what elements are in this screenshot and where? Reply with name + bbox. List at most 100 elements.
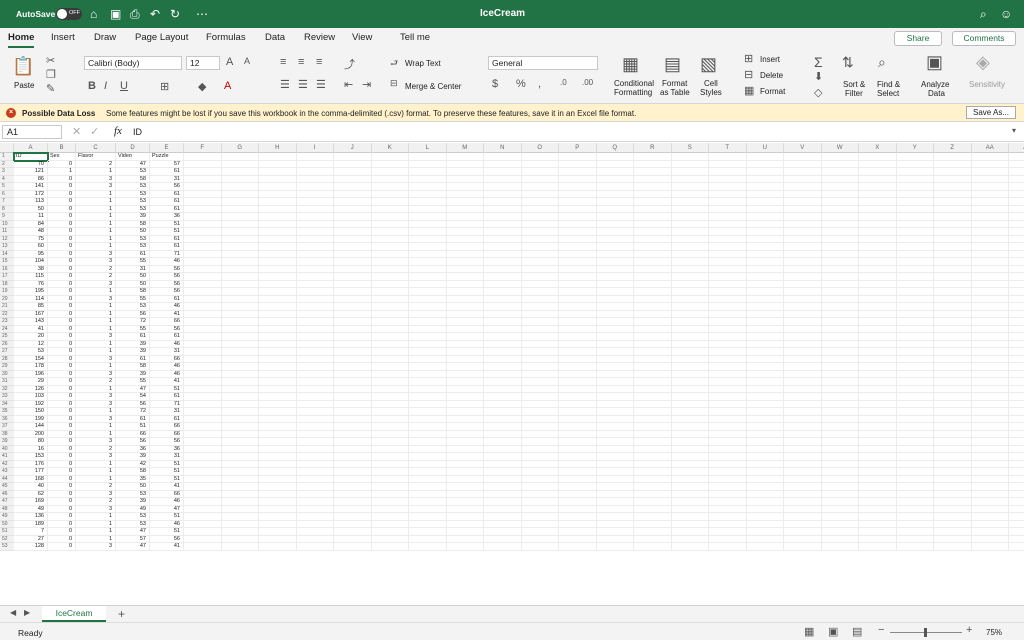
insert-cells-button[interactable]: Insert [760,55,780,64]
cell[interactable]: 2 [76,498,116,506]
cell[interactable] [296,475,334,483]
cell[interactable] [859,535,897,543]
cell[interactable] [484,513,522,521]
cell[interactable] [896,363,934,371]
cell[interactable] [446,333,484,341]
cell[interactable] [371,220,409,228]
cell[interactable] [1009,333,1024,341]
cell[interactable] [484,498,522,506]
cell[interactable]: 0 [48,528,76,536]
cell[interactable] [709,175,747,183]
find-select-icon[interactable]: ⌕ [878,54,886,71]
cell[interactable] [559,543,597,551]
cell[interactable] [1009,408,1024,416]
cell[interactable] [634,378,672,386]
cell[interactable] [896,453,934,461]
cell[interactable] [371,370,409,378]
cell[interactable] [1009,176,1024,183]
cell[interactable] [709,370,747,378]
cell[interactable] [859,183,897,191]
cell[interactable]: 51 [116,423,150,431]
format-as-table-icon[interactable]: ▤ [664,54,681,75]
tab-draw[interactable]: Draw [94,32,116,43]
row-header[interactable]: 22 [0,310,14,318]
cell[interactable] [596,340,634,348]
cell[interactable] [596,220,634,228]
italic-icon[interactable]: I [104,80,107,92]
cell[interactable] [521,168,559,176]
cell[interactable] [709,220,747,228]
cell[interactable] [296,220,334,228]
cell[interactable] [821,348,859,356]
expand-formula-icon[interactable]: ▾ [1012,126,1016,135]
cell[interactable] [671,460,709,468]
cell[interactable]: 61 [116,333,150,341]
cell[interactable]: 58 [116,468,150,476]
cell[interactable] [859,513,897,521]
cell[interactable] [334,520,372,528]
cell[interactable] [484,520,522,528]
cell[interactable] [296,250,334,258]
row-header[interactable]: 1 [0,153,14,161]
cell[interactable] [859,445,897,453]
cell[interactable] [521,363,559,371]
cell[interactable] [671,505,709,513]
cell[interactable] [859,168,897,176]
cell[interactable] [859,520,897,528]
column-header-e[interactable]: E [150,143,184,153]
cell[interactable] [971,445,1009,453]
tab-page-layout[interactable]: Page Layout [135,32,188,43]
cell[interactable] [296,303,334,311]
cell[interactable] [184,370,222,378]
cell[interactable] [259,325,297,333]
align-center-icon[interactable]: ☰ [298,78,308,91]
cell[interactable] [521,520,559,528]
cell[interactable] [484,385,522,393]
cell[interactable] [934,265,972,273]
cell[interactable] [709,213,747,221]
cell[interactable] [709,438,747,446]
cell[interactable] [896,325,934,333]
more-icon[interactable]: ⋯ [196,7,208,21]
cell[interactable] [859,235,897,243]
cell[interactable]: 56 [150,288,184,296]
cell[interactable]: 66 [150,490,184,498]
cell[interactable] [934,378,972,386]
cell[interactable] [221,400,259,408]
cell[interactable]: 55 [116,295,150,303]
cell[interactable] [671,250,709,258]
cell[interactable] [484,183,522,191]
cell[interactable] [446,228,484,236]
cell[interactable]: 31 [150,453,184,461]
cell[interactable]: 35 [116,475,150,483]
cell[interactable] [971,228,1009,236]
cell[interactable] [896,303,934,311]
cell[interactable] [971,348,1009,356]
cell[interactable]: 1 [76,213,116,221]
cell[interactable]: 39 [116,348,150,356]
cell[interactable] [671,520,709,528]
cell[interactable] [409,505,447,513]
cell[interactable]: 1 [76,303,116,311]
cell[interactable] [596,490,634,498]
cell[interactable] [596,415,634,423]
row-header[interactable]: 48 [0,505,14,513]
cell[interactable] [521,228,559,236]
cell[interactable] [446,160,484,168]
cell[interactable] [971,340,1009,348]
cell[interactable]: 53 [14,348,48,356]
align-middle-icon[interactable]: ≡ [298,56,304,68]
cell[interactable] [559,393,597,401]
cell[interactable] [746,370,784,378]
cell[interactable]: 2 [76,265,116,273]
cell[interactable] [784,190,822,198]
cell[interactable]: 103 [14,393,48,401]
cell[interactable] [934,220,972,228]
cell[interactable] [296,243,334,251]
cell[interactable]: 2 [76,160,116,168]
cell[interactable] [859,333,897,341]
cell[interactable]: 1 [76,528,116,536]
cell[interactable]: 168 [14,475,48,483]
cell[interactable]: 46 [150,303,184,311]
cell[interactable]: 56 [150,438,184,446]
